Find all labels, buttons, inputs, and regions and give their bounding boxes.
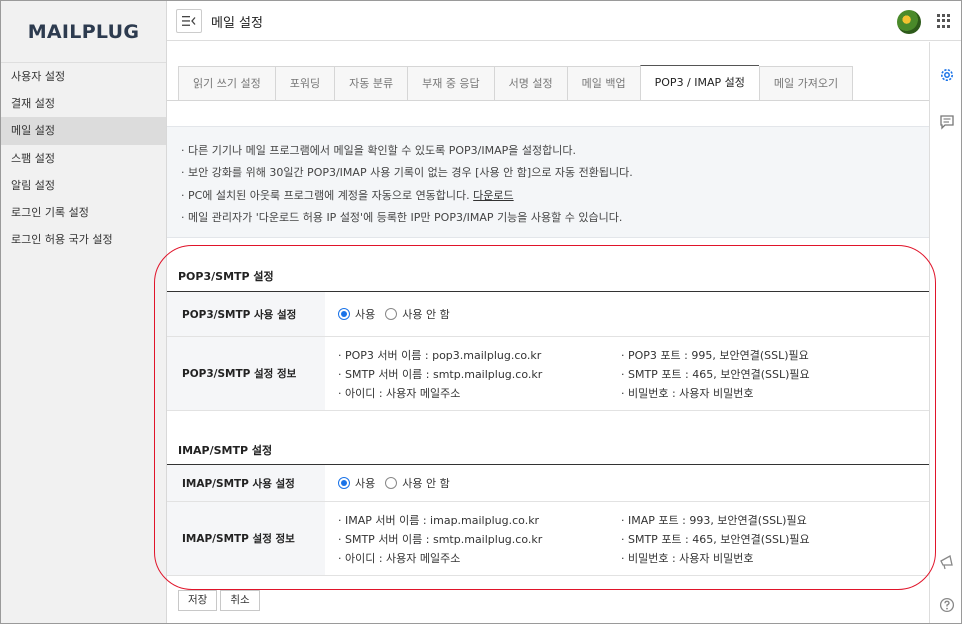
pop3-password: · 비밀번호 : 사용자 비밀번호: [621, 386, 754, 400]
tab-mail-import[interactable]: 메일 가져오기: [758, 66, 854, 101]
imap-server: · IMAP 서버 이름 : imap.mailplug.co.kr: [338, 513, 540, 527]
table-row: IMAP/SMTP 사용 설정 사용 사용 안 함: [167, 465, 929, 502]
imap-password: · 비밀번호 : 사용자 비밀번호: [621, 551, 754, 565]
avatar[interactable]: [897, 10, 921, 34]
pop3-info-cell: · POP3 서버 이름 : pop3.mailplug.co.kr · POP…: [325, 337, 929, 410]
imap-use-options: 사용 사용 안 함: [325, 465, 929, 501]
megaphone-icon[interactable]: [938, 553, 956, 571]
imap-info-grid: · IMAP 서버 이름 : imap.mailplug.co.kr · IMA…: [338, 510, 921, 568]
pop3-info-grid: · POP3 서버 이름 : pop3.mailplug.co.kr · POP…: [338, 345, 921, 403]
sidebar-item-login-country-settings[interactable]: 로그인 허용 국가 설정: [1, 226, 166, 253]
imap-settings-table: IMAP/SMTP 사용 설정 사용 사용 안 함 IMAP/SMTP 설정 정…: [167, 464, 929, 576]
tab-pop3-imap[interactable]: POP3 / IMAP 설정: [639, 65, 759, 101]
pop3-id: · 아이디 : 사용자 메일주소: [338, 386, 461, 400]
right-rail: [929, 42, 961, 623]
collapse-menu-button[interactable]: [176, 9, 202, 33]
sidebar-item-login-history-settings[interactable]: 로그인 기록 설정: [1, 199, 166, 226]
sidebar: MAILPLUG 사용자 설정 결재 설정 메일 설정 스팸 설정 알림 설정 …: [1, 1, 167, 623]
pop3-smtp-server: · SMTP 서버 이름 : smtp.mailplug.co.kr: [338, 367, 543, 381]
pop3-server: · POP3 서버 이름 : pop3.mailplug.co.kr: [338, 348, 542, 362]
imap-smtp-port: · SMTP 포트 : 465, 보안연결(SSL)필요: [621, 532, 810, 546]
download-link[interactable]: 다운로드: [473, 189, 513, 202]
notice-line: · 다른 기기나 메일 프로그램에서 메일을 확인할 수 있도록 POP3/IM…: [181, 144, 576, 157]
pop3-disable-radio[interactable]: [385, 308, 398, 320]
cancel-button[interactable]: 취소: [220, 590, 260, 611]
tab-signature[interactable]: 서명 설정: [493, 66, 567, 101]
notice-box: · 다른 기기나 메일 프로그램에서 메일을 확인할 수 있도록 POP3/IM…: [167, 126, 929, 238]
notice-line: · PC에 설치된 아웃룩 프로그램에 계정을 자동으로 연동합니다. 다운로드: [181, 188, 514, 202]
imap-section-title: IMAP/SMTP 설정: [178, 444, 273, 457]
imap-info-cell: · IMAP 서버 이름 : imap.mailplug.co.kr · IMA…: [325, 502, 929, 575]
pop3-section-title: POP3/SMTP 설정: [178, 270, 274, 283]
pop3-use-label: POP3/SMTP 사용 설정: [167, 292, 325, 336]
imap-info-label: IMAP/SMTP 설정 정보: [167, 502, 325, 575]
sidebar-item-spam-settings[interactable]: 스팸 설정: [1, 145, 166, 172]
table-row: POP3/SMTP 사용 설정 사용 사용 안 함: [167, 292, 929, 337]
imap-smtp-server: · SMTP 서버 이름 : smtp.mailplug.co.kr: [338, 532, 543, 546]
settings-tabs: 읽기 쓰기 설정 포워딩 자동 분류 부재 중 응답 서명 설정 메일 백업 P…: [178, 65, 854, 101]
sidebar-item-notification-settings[interactable]: 알림 설정: [1, 172, 166, 199]
notice-line: · 메일 관리자가 '다운로드 허용 IP 설정'에 등록한 IP만 POP3/…: [181, 211, 623, 225]
pop3-smtp-port: · SMTP 포트 : 465, 보안연결(SSL)필요: [621, 367, 810, 381]
main-content: 읽기 쓰기 설정 포워딩 자동 분류 부재 중 응답 서명 설정 메일 백업 P…: [167, 42, 929, 623]
tab-away-reply[interactable]: 부재 중 응답: [407, 66, 494, 101]
notice-line: · 보안 강화를 위해 30일간 POP3/IMAP 사용 기록이 없는 경우 …: [181, 166, 633, 180]
pop3-settings-table: POP3/SMTP 사용 설정 사용 사용 안 함 POP3/SMTP 설정 정…: [167, 291, 929, 411]
tab-mail-backup[interactable]: 메일 백업: [566, 66, 640, 101]
imap-use-label: IMAP/SMTP 사용 설정: [167, 465, 325, 501]
help-icon[interactable]: [938, 596, 956, 614]
pop3-use-radio[interactable]: [338, 308, 350, 320]
mailplug-logo[interactable]: MAILPLUG: [1, 1, 166, 63]
pop3-radio-group: 사용 사용 안 함: [338, 306, 460, 322]
sidebar-item-approval-settings[interactable]: 결재 설정: [1, 90, 166, 117]
sidebar-item-user-settings[interactable]: 사용자 설정: [1, 63, 166, 90]
pop3-disable-radio-label[interactable]: 사용 안 함: [402, 306, 449, 322]
imap-disable-radio[interactable]: [385, 477, 398, 489]
top-header: 메일 설정: [167, 1, 961, 41]
table-row: POP3/SMTP 설정 정보 · POP3 서버 이름 : pop3.mail…: [167, 337, 929, 411]
tab-read-write[interactable]: 읽기 쓰기 설정: [178, 66, 275, 101]
save-button[interactable]: 저장: [178, 590, 218, 611]
imap-id: · 아이디 : 사용자 메일주소: [338, 551, 461, 565]
page-title: 메일 설정: [211, 16, 263, 31]
sidebar-menu: 사용자 설정 결재 설정 메일 설정 스팸 설정 알림 설정 로그인 기록 설정…: [1, 63, 166, 253]
pop3-info-label: POP3/SMTP 설정 정보: [167, 337, 325, 410]
pop3-use-radio-label[interactable]: 사용: [355, 306, 375, 322]
gear-icon[interactable]: [938, 66, 956, 84]
pop3-port: · POP3 포트 : 995, 보안연결(SSL)필요: [621, 348, 809, 362]
imap-radio-group: 사용 사용 안 함: [338, 475, 460, 491]
message-icon[interactable]: [938, 113, 956, 131]
collapse-menu-icon: [182, 16, 196, 26]
tabs-divider: [167, 100, 929, 101]
form-buttons: 저장 취소: [178, 590, 263, 611]
grid-apps-icon[interactable]: [937, 14, 951, 28]
imap-use-radio[interactable]: [338, 477, 350, 489]
imap-port: · IMAP 포트 : 993, 보안연결(SSL)필요: [621, 513, 807, 527]
tab-auto-sort[interactable]: 자동 분류: [334, 66, 408, 101]
imap-use-radio-label[interactable]: 사용: [355, 475, 375, 491]
tab-forwarding[interactable]: 포워딩: [274, 66, 335, 101]
pop3-use-options: 사용 사용 안 함: [325, 292, 929, 336]
sidebar-item-mail-settings[interactable]: 메일 설정: [1, 117, 166, 145]
table-row: IMAP/SMTP 설정 정보 · IMAP 서버 이름 : imap.mail…: [167, 502, 929, 576]
imap-disable-radio-label[interactable]: 사용 안 함: [402, 475, 449, 491]
